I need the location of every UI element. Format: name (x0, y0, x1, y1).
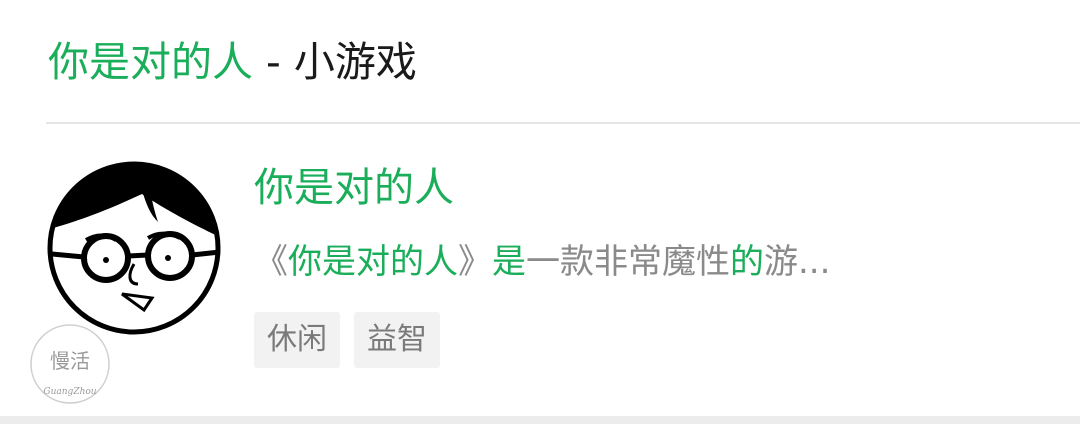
title-suffix: - 小游戏 (253, 38, 417, 86)
game-description: 《你是对的人》是一款非常魔性的游... (254, 234, 830, 290)
description-text: 一款非常魔性 (526, 242, 730, 282)
description-highlight: 你是对的人 (288, 242, 458, 282)
tag-casual[interactable]: 休闲 (254, 312, 340, 368)
page-title: 你是对的人 - 小游戏 (48, 30, 417, 94)
description-highlight: 的 (730, 242, 764, 282)
game-name-link[interactable]: 你是对的人 (48, 38, 253, 86)
description-highlight: 是 (492, 242, 526, 282)
tag-list: 休闲 益智 (254, 312, 440, 368)
description-close-quote: 》 (458, 242, 492, 282)
watermark-script: GuangZhou (43, 387, 96, 397)
game-title[interactable]: 你是对的人 (254, 158, 454, 218)
watermark-text: 慢活 (50, 349, 90, 373)
tag-puzzle[interactable]: 益智 (354, 312, 440, 368)
description-text: 游... (764, 242, 831, 282)
section-separator (0, 416, 1080, 424)
description-open-quote: 《 (254, 242, 288, 282)
cartoon-face-with-glasses-icon[interactable] (46, 160, 222, 336)
watermark-circle-icon: 慢活 GuangZhou (30, 324, 110, 404)
watermark-logo: 慢活 GuangZhou (28, 322, 112, 406)
